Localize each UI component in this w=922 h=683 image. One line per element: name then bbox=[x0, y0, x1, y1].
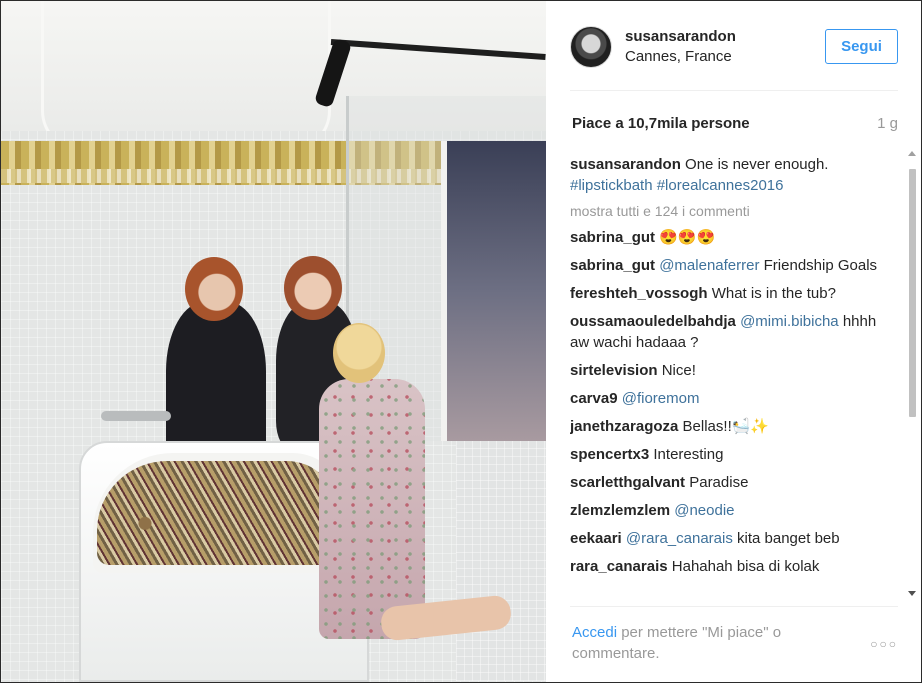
caption-hashtags[interactable]: #lipstickbath #lorealcannes2016 bbox=[570, 177, 783, 194]
comment-text: 😍😍😍 bbox=[659, 229, 716, 246]
comment-user[interactable]: carva9 bbox=[570, 390, 618, 407]
comment-row: sabrina_gut 😍😍😍 bbox=[570, 227, 892, 248]
comment-row: carva9 @fioremom bbox=[570, 388, 892, 409]
comment-user[interactable]: sabrina_gut bbox=[570, 257, 655, 274]
likes-row: Piace a 10,7mila persone 1 g bbox=[570, 115, 898, 135]
photo-floral-dress bbox=[319, 379, 425, 639]
comment-user[interactable]: oussamaouledelbahdja bbox=[570, 313, 736, 330]
comment-text: Bellas!!🛀✨ bbox=[682, 418, 770, 435]
comment-mention[interactable]: @malenaferrer bbox=[659, 257, 759, 274]
photo-arch bbox=[41, 1, 331, 151]
photo-doorway bbox=[441, 141, 546, 441]
caption: susansarandon One is never enough. #lips… bbox=[570, 154, 892, 196]
post-side-panel: susansarandon Cannes, France Segui Piace… bbox=[546, 1, 921, 682]
photo-person-left-head bbox=[185, 257, 243, 321]
scroll-down-arrow-icon[interactable] bbox=[908, 591, 916, 596]
comment-row: spencertx3 Interesting bbox=[570, 444, 892, 465]
scroll-up-arrow-icon[interactable] bbox=[908, 151, 916, 156]
photo-faucet bbox=[101, 411, 171, 421]
comment-user[interactable]: susansarandon bbox=[570, 156, 681, 173]
comment-row: oussamaouledelbahdja @mimi.bibicha hhhh … bbox=[570, 311, 892, 353]
instagram-post-window: susansarandon Cannes, France Segui Piace… bbox=[0, 0, 922, 683]
scroll-thumb[interactable] bbox=[909, 169, 916, 417]
comment-row: janethzaragoza Bellas!!🛀✨ bbox=[570, 416, 892, 437]
post-username[interactable]: susansarandon bbox=[625, 28, 736, 45]
comment-row: scarletthgalvant Paradise bbox=[570, 472, 892, 493]
photo-floor bbox=[456, 441, 546, 681]
post-location[interactable]: Cannes, France bbox=[625, 48, 732, 65]
comment-user[interactable]: sabrina_gut bbox=[570, 229, 655, 246]
comment-row: fereshteh_vossogh What is in the tub? bbox=[570, 283, 892, 304]
post-photo[interactable] bbox=[1, 1, 546, 682]
login-link[interactable]: Accedi bbox=[572, 624, 617, 641]
comment-user[interactable]: scarletthgalvant bbox=[570, 474, 685, 491]
comment-user[interactable]: sirtelevision bbox=[570, 362, 658, 379]
comment-text: Hahahah bisa di kolak bbox=[671, 558, 820, 575]
comment-text: What is in the tub? bbox=[711, 285, 836, 302]
login-prompt: Accedi per mettere "Mi piace" o commenta… bbox=[572, 622, 842, 664]
comments-scrollbar[interactable] bbox=[905, 151, 919, 604]
comment-row: rara_canarais Hahahah bisa di kolak bbox=[570, 556, 892, 577]
comment-user[interactable]: spencertx3 bbox=[570, 446, 649, 463]
comment-text: Friendship Goals bbox=[763, 257, 878, 274]
post-footer: Accedi per mettere "Mi piace" o commenta… bbox=[570, 606, 898, 682]
comment-row: sabrina_gut @malenaferrer Friendship Goa… bbox=[570, 255, 892, 276]
post-header: susansarandon Cannes, France Segui bbox=[570, 21, 898, 91]
comment-text: One is never enough. bbox=[685, 156, 829, 173]
comment-user[interactable]: eekaari bbox=[570, 530, 622, 547]
post-time[interactable]: 1 g bbox=[877, 115, 898, 132]
comment-mention[interactable]: @mimi.bibicha bbox=[740, 313, 839, 330]
comment-user[interactable]: zlemzlemzlem bbox=[570, 502, 670, 519]
comment-user[interactable]: rara_canarais bbox=[570, 558, 668, 575]
comments-list[interactable]: susansarandon One is never enough. #lips… bbox=[570, 154, 892, 606]
comment-user[interactable]: janethzaragoza bbox=[570, 418, 678, 435]
show-all-comments-link[interactable]: mostra tutti e 124 i commenti bbox=[570, 203, 892, 219]
avatar[interactable] bbox=[570, 26, 612, 68]
comment-mention[interactable]: @rara_canarais bbox=[626, 530, 733, 547]
follow-button[interactable]: Segui bbox=[825, 29, 898, 64]
photo-lipsticks bbox=[97, 461, 337, 565]
comment-row: zlemzlemzlem @neodie bbox=[570, 500, 892, 521]
comment-text: Nice! bbox=[661, 362, 696, 379]
comment-row: eekaari @rara_canarais kita banget beb bbox=[570, 528, 892, 549]
comment-mention[interactable]: @fioremom bbox=[622, 390, 700, 407]
likes-count[interactable]: Piace a 10,7mila persone bbox=[572, 115, 750, 132]
photo-person-middle-head bbox=[284, 256, 342, 320]
comment-row: sirtelevision Nice! bbox=[570, 360, 892, 381]
comment-mention[interactable]: @neodie bbox=[674, 502, 734, 519]
comment-text: kita banget beb bbox=[737, 530, 840, 547]
more-options-icon[interactable]: ○○○ bbox=[870, 637, 898, 651]
comment-user[interactable]: fereshteh_vossogh bbox=[570, 285, 708, 302]
comment-text: Paradise bbox=[689, 474, 749, 491]
comment-text: Interesting bbox=[653, 446, 724, 463]
photo-person-kneeling-head bbox=[333, 323, 385, 383]
